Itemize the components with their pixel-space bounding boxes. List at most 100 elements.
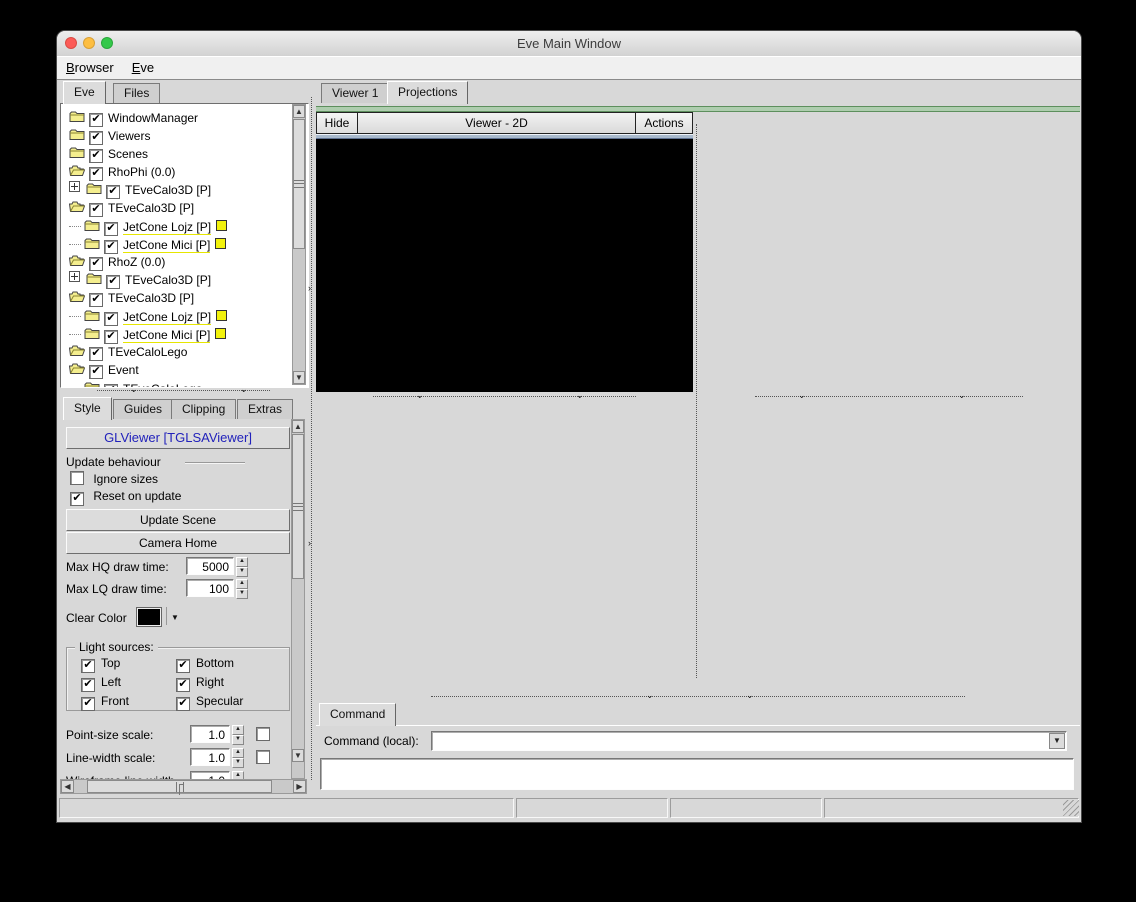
tree-item-checkbox[interactable] (89, 167, 103, 181)
max-lq-stepper[interactable]: ▲ ▼ (236, 579, 248, 599)
tab-eve[interactable]: Eve (63, 81, 106, 104)
tab-extras[interactable]: Extras (237, 399, 294, 419)
tree-item[interactable]: TEveCalo3D [P] (69, 198, 194, 217)
tree-item[interactable]: Viewers (69, 126, 150, 145)
command-history-dropdown-icon[interactable]: ▼ (1049, 733, 1065, 749)
point-size-scale-input[interactable]: 1.0 (190, 725, 230, 743)
clear-color-swatch[interactable] (136, 607, 162, 627)
scroll-right-icon[interactable]: ▶ (293, 780, 306, 793)
tab-clipping[interactable]: Clipping (171, 399, 237, 419)
tree-item-label[interactable]: RhoZ (0.0) (108, 255, 165, 269)
light-top-checkbox[interactable] (81, 659, 95, 673)
expand-icon[interactable] (69, 271, 80, 282)
tree-item-label[interactable]: TEveCalo3D [P] (108, 201, 194, 215)
scroll-up-icon[interactable]: ▲ (292, 420, 304, 433)
tree-item[interactable]: JetCone Mici [P] (69, 324, 227, 344)
command-input[interactable] (431, 731, 1067, 751)
reset-on-update-checkbox[interactable] (70, 492, 84, 506)
tree-item-label[interactable]: JetCone Lojz [P] (123, 309, 212, 325)
tree-item[interactable]: JetCone Mici [P] (69, 234, 227, 254)
tree-item[interactable]: TEveCalo3D [P] (69, 288, 194, 307)
tree-item[interactable]: JetCone Lojz [P] (69, 216, 228, 236)
menu-item-browser[interactable]: Browser (57, 56, 123, 75)
tree-style-splitter[interactable]: ⌄ ⌄ (60, 384, 307, 395)
clear-color-dropdown-icon[interactable]: ▼ (171, 613, 179, 622)
point-size-scale-stepper[interactable]: ▲ ▼ (232, 725, 244, 745)
expand-icon[interactable] (69, 181, 80, 192)
style-scrollbar-thumb[interactable] (292, 434, 304, 579)
scroll-down-icon[interactable]: ▼ (292, 749, 304, 762)
tree-item-label[interactable]: Viewers (108, 129, 150, 143)
tree-item[interactable]: TEveCalo3D [P] (69, 180, 211, 199)
style-scrollbar[interactable]: ▲ ▼ (291, 419, 305, 779)
scroll-left-icon[interactable]: ◀ (61, 780, 74, 793)
resize-grip-icon[interactable] (1063, 800, 1079, 816)
tree-item[interactable]: TEveCalo3D [P] (69, 270, 211, 289)
sidebar-hscrollbar[interactable]: ◀ ▶ (60, 779, 307, 794)
line-width-scale-input[interactable]: 1.0 (190, 748, 230, 766)
tab-files[interactable]: Files (113, 83, 161, 103)
light-right-checkbox[interactable] (176, 678, 190, 692)
tab-viewer-1[interactable]: Viewer 1 (321, 83, 390, 103)
max-hq-stepper[interactable]: ▲ ▼ (236, 557, 248, 577)
camera-home-button[interactable]: Camera Home (66, 532, 290, 554)
tree-item-label[interactable]: Scenes (108, 147, 148, 161)
tree-item-checkbox[interactable] (89, 131, 103, 145)
tree-item-checkbox[interactable] (89, 203, 103, 217)
max-hq-input[interactable]: 5000 (186, 557, 234, 575)
viewport-rhophi[interactable] (316, 139, 693, 392)
viewer-row-splitter[interactable]: ⌄ ⌄ (698, 390, 1080, 401)
tree-item[interactable]: JetCone Lojz [P] (69, 306, 228, 326)
wireframe-line-width-input[interactable]: 1.0 (190, 771, 230, 779)
light-left-checkbox[interactable] (81, 678, 95, 692)
max-lq-input[interactable]: 100 (186, 579, 234, 597)
tree-item-label[interactable]: WindowManager (108, 111, 198, 125)
scroll-down-icon[interactable]: ▼ (293, 371, 305, 384)
viewer-col-splitter[interactable] (693, 112, 700, 690)
light-bottom-checkbox[interactable] (176, 659, 190, 673)
tree-item[interactable]: Scenes (69, 144, 148, 163)
line-width-scale-stepper[interactable]: ▲ ▼ (232, 748, 244, 768)
line-width-scale-auto-checkbox[interactable] (256, 750, 270, 764)
tree-item[interactable]: WindowManager (69, 108, 198, 127)
tree-item[interactable]: RhoPhi (0.0) (69, 162, 175, 181)
tree-item[interactable]: TEveCaloLego (69, 342, 187, 361)
tree-item-checkbox[interactable] (89, 149, 103, 163)
jet-color-badge[interactable] (215, 238, 227, 249)
ignore-sizes-checkbox[interactable] (70, 471, 84, 485)
jet-color-badge[interactable] (216, 220, 228, 231)
menu-item-eve[interactable]: Eve (123, 56, 163, 75)
tree-item[interactable]: Event (69, 360, 139, 379)
glviewer-button[interactable]: GLViewer [TGLSAViewer] (66, 427, 290, 449)
tree-item-checkbox[interactable] (89, 347, 103, 361)
tree-item-label[interactable]: JetCone Lojz [P] (123, 219, 212, 235)
sidebar-splitter[interactable]: › › (308, 83, 315, 794)
jet-color-badge[interactable] (215, 328, 227, 339)
tree-item-label[interactable]: TEveCalo3D [P] (125, 273, 211, 287)
sidebar-hscrollbar-thumb[interactable] (87, 780, 272, 793)
command-splitter[interactable]: ⌄ ⌄ (316, 690, 1080, 701)
scroll-up-icon[interactable]: ▲ (293, 105, 305, 118)
point-size-scale-auto-checkbox[interactable] (256, 727, 270, 741)
tree-item-label[interactable]: TEveCalo3D [P] (108, 291, 194, 305)
tree-scrollbar-thumb[interactable] (293, 119, 305, 249)
tab-command[interactable]: Command (319, 703, 397, 726)
tab-style[interactable]: Style (63, 397, 112, 420)
tab-projections[interactable]: Projections (387, 81, 469, 104)
tree-item-label[interactable]: JetCone Mici [P] (123, 237, 211, 253)
tab-guides[interactable]: Guides (113, 399, 174, 419)
light-front-checkbox[interactable] (81, 697, 95, 711)
tree-item-label[interactable]: JetCone Mici [P] (123, 327, 211, 343)
tree-item-checkbox[interactable] (106, 185, 120, 199)
tree-item-checkbox[interactable] (89, 257, 103, 271)
tree-item-label[interactable]: TEveCalo3D [P] (125, 183, 211, 197)
light-specular-checkbox[interactable] (176, 697, 190, 711)
command-output[interactable] (320, 758, 1074, 790)
tree-item-label[interactable]: RhoPhi (0.0) (108, 165, 175, 179)
actions-button[interactable]: Actions (635, 113, 692, 133)
hide-button[interactable]: Hide (317, 113, 358, 133)
tree-item-checkbox[interactable] (89, 365, 103, 379)
update-scene-button[interactable]: Update Scene (66, 509, 290, 531)
tree-item[interactable]: RhoZ (0.0) (69, 252, 165, 271)
tree-item-checkbox[interactable] (89, 113, 103, 127)
